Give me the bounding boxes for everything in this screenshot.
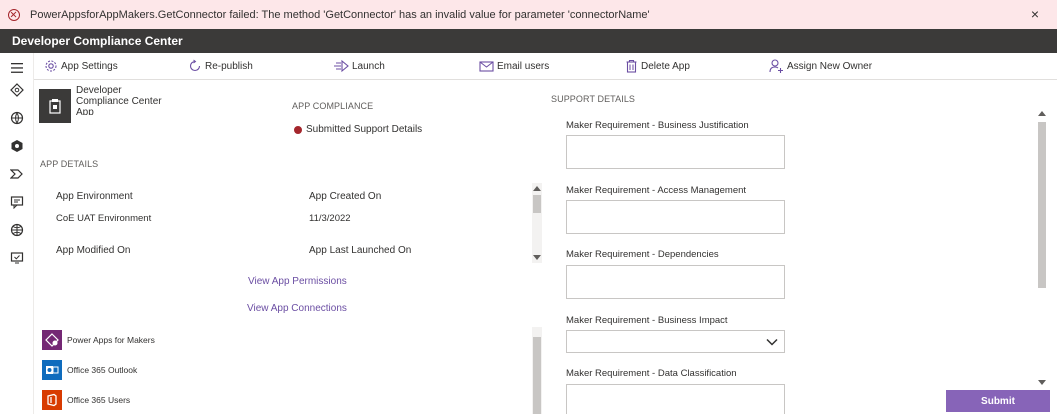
app-tile <box>39 89 71 123</box>
support-scrollbar[interactable] <box>1037 108 1047 388</box>
environment-label: App Environment <box>56 191 133 202</box>
access-management-label: Maker Requirement - Access Management <box>566 185 747 196</box>
access-management-input[interactable] <box>566 200 785 234</box>
app-title: Developer Compliance Center <box>12 34 183 48</box>
support-details-panel: SUPPORT DETAILS Maker Requirement - Busi… <box>544 80 1057 414</box>
business-impact-label: Maker Requirement - Business Impact <box>566 315 728 326</box>
email-users-button[interactable]: Email users <box>479 58 549 74</box>
details-scrollbar-thumb[interactable] <box>533 195 541 213</box>
support-details-heading: SUPPORT DETAILS <box>551 94 636 104</box>
created-on-value: 11/3/2022 <box>309 213 351 224</box>
connections-scrollbar[interactable] <box>532 327 542 414</box>
launch-button[interactable]: Launch <box>333 58 385 74</box>
view-app-connections-link[interactable]: View App Connections <box>247 303 347 314</box>
diamond-nav-icon[interactable] <box>10 83 24 97</box>
hamburger-menu-icon[interactable] <box>10 61 24 75</box>
globe-nav-icon[interactable] <box>10 223 24 237</box>
submit-button[interactable]: Submit <box>946 390 1050 412</box>
left-nav-rail <box>0 53 34 414</box>
launch-icon <box>334 59 349 73</box>
business-justification-label: Maker Requirement - Business Justificati… <box>566 120 749 131</box>
monitor-check-icon[interactable] <box>10 251 24 265</box>
compliance-status-text: Submitted Support Details <box>306 124 423 135</box>
error-banner: PowerAppsforAppMakers.GetConnector faile… <box>0 0 1057 29</box>
dependencies-label: Maker Requirement - Dependencies <box>566 249 719 260</box>
close-icon[interactable]: × <box>1031 6 1039 22</box>
view-app-permissions-link[interactable]: View App Permissions <box>248 276 347 287</box>
environment-value: CoE UAT Environment <box>56 213 152 224</box>
launch-label: Launch <box>352 60 385 72</box>
data-classification-input[interactable] <box>566 384 785 414</box>
connections-scrollbar-thumb[interactable] <box>533 337 541 414</box>
trash-icon <box>626 59 637 73</box>
office-icon <box>42 390 62 410</box>
connection-name: Office 365 Users <box>67 395 131 405</box>
email-users-label: Email users <box>497 60 550 72</box>
connection-item[interactable]: Office 365 Outlook <box>42 360 137 380</box>
delete-app-label: Delete App <box>641 60 690 72</box>
status-dot <box>294 125 302 134</box>
database-nav-icon[interactable] <box>10 111 24 125</box>
chat-nav-icon[interactable] <box>10 195 24 209</box>
outlook-icon <box>42 360 62 380</box>
app-title-bar: Developer Compliance Center <box>0 29 1057 53</box>
error-message: PowerAppsforAppMakers.GetConnector faile… <box>30 8 650 21</box>
modified-on-label: App Modified On <box>56 245 131 256</box>
business-impact-dropdown[interactable] <box>566 330 785 353</box>
power-apps-icon <box>42 330 62 350</box>
mail-icon <box>479 61 494 72</box>
person-add-icon <box>769 59 783 73</box>
support-scrollbar-thumb[interactable] <box>1038 122 1046 288</box>
compliance-status: Submitted Support Details <box>294 124 422 135</box>
assign-new-owner-label: Assign New Owner <box>787 60 873 72</box>
app-details-panel: Developer Compliance Center App APP COMP… <box>34 80 544 414</box>
last-launched-label: App Last Launched On <box>309 245 412 256</box>
connection-name: Power Apps for Makers <box>67 335 155 345</box>
republish-label: Re-publish <box>205 60 253 72</box>
refresh-icon <box>189 59 201 72</box>
app-settings-button[interactable]: App Settings <box>44 58 118 74</box>
dependencies-input[interactable] <box>566 265 785 299</box>
details-scrollbar[interactable] <box>532 183 542 263</box>
app-compliance-heading: APP COMPLIANCE <box>292 101 374 111</box>
command-bar: App Settings Re-publish Launch Email use… <box>34 53 1057 80</box>
app-settings-label: App Settings <box>61 60 118 72</box>
app-name: Developer Compliance Center App <box>76 85 162 115</box>
business-justification-input[interactable] <box>566 135 785 169</box>
flow-nav-icon[interactable] <box>10 167 24 181</box>
republish-button[interactable]: Re-publish <box>188 58 253 74</box>
app-document-icon <box>49 99 61 114</box>
chevron-down-icon <box>766 338 778 346</box>
connection-item[interactable]: Power Apps for Makers <box>42 330 155 350</box>
created-on-label: App Created On <box>309 191 382 202</box>
delete-app-button[interactable]: Delete App <box>625 58 690 74</box>
assign-new-owner-button[interactable]: Assign New Owner <box>769 58 872 74</box>
apps-nav-icon[interactable] <box>10 139 24 153</box>
connection-item[interactable]: Office 365 Users <box>42 390 130 410</box>
error-icon <box>8 8 20 21</box>
data-classification-label: Maker Requirement - Data Classification <box>566 368 737 379</box>
app-details-heading: APP DETAILS <box>40 159 99 169</box>
connection-name: Office 365 Outlook <box>67 365 138 375</box>
gear-icon <box>45 60 57 72</box>
